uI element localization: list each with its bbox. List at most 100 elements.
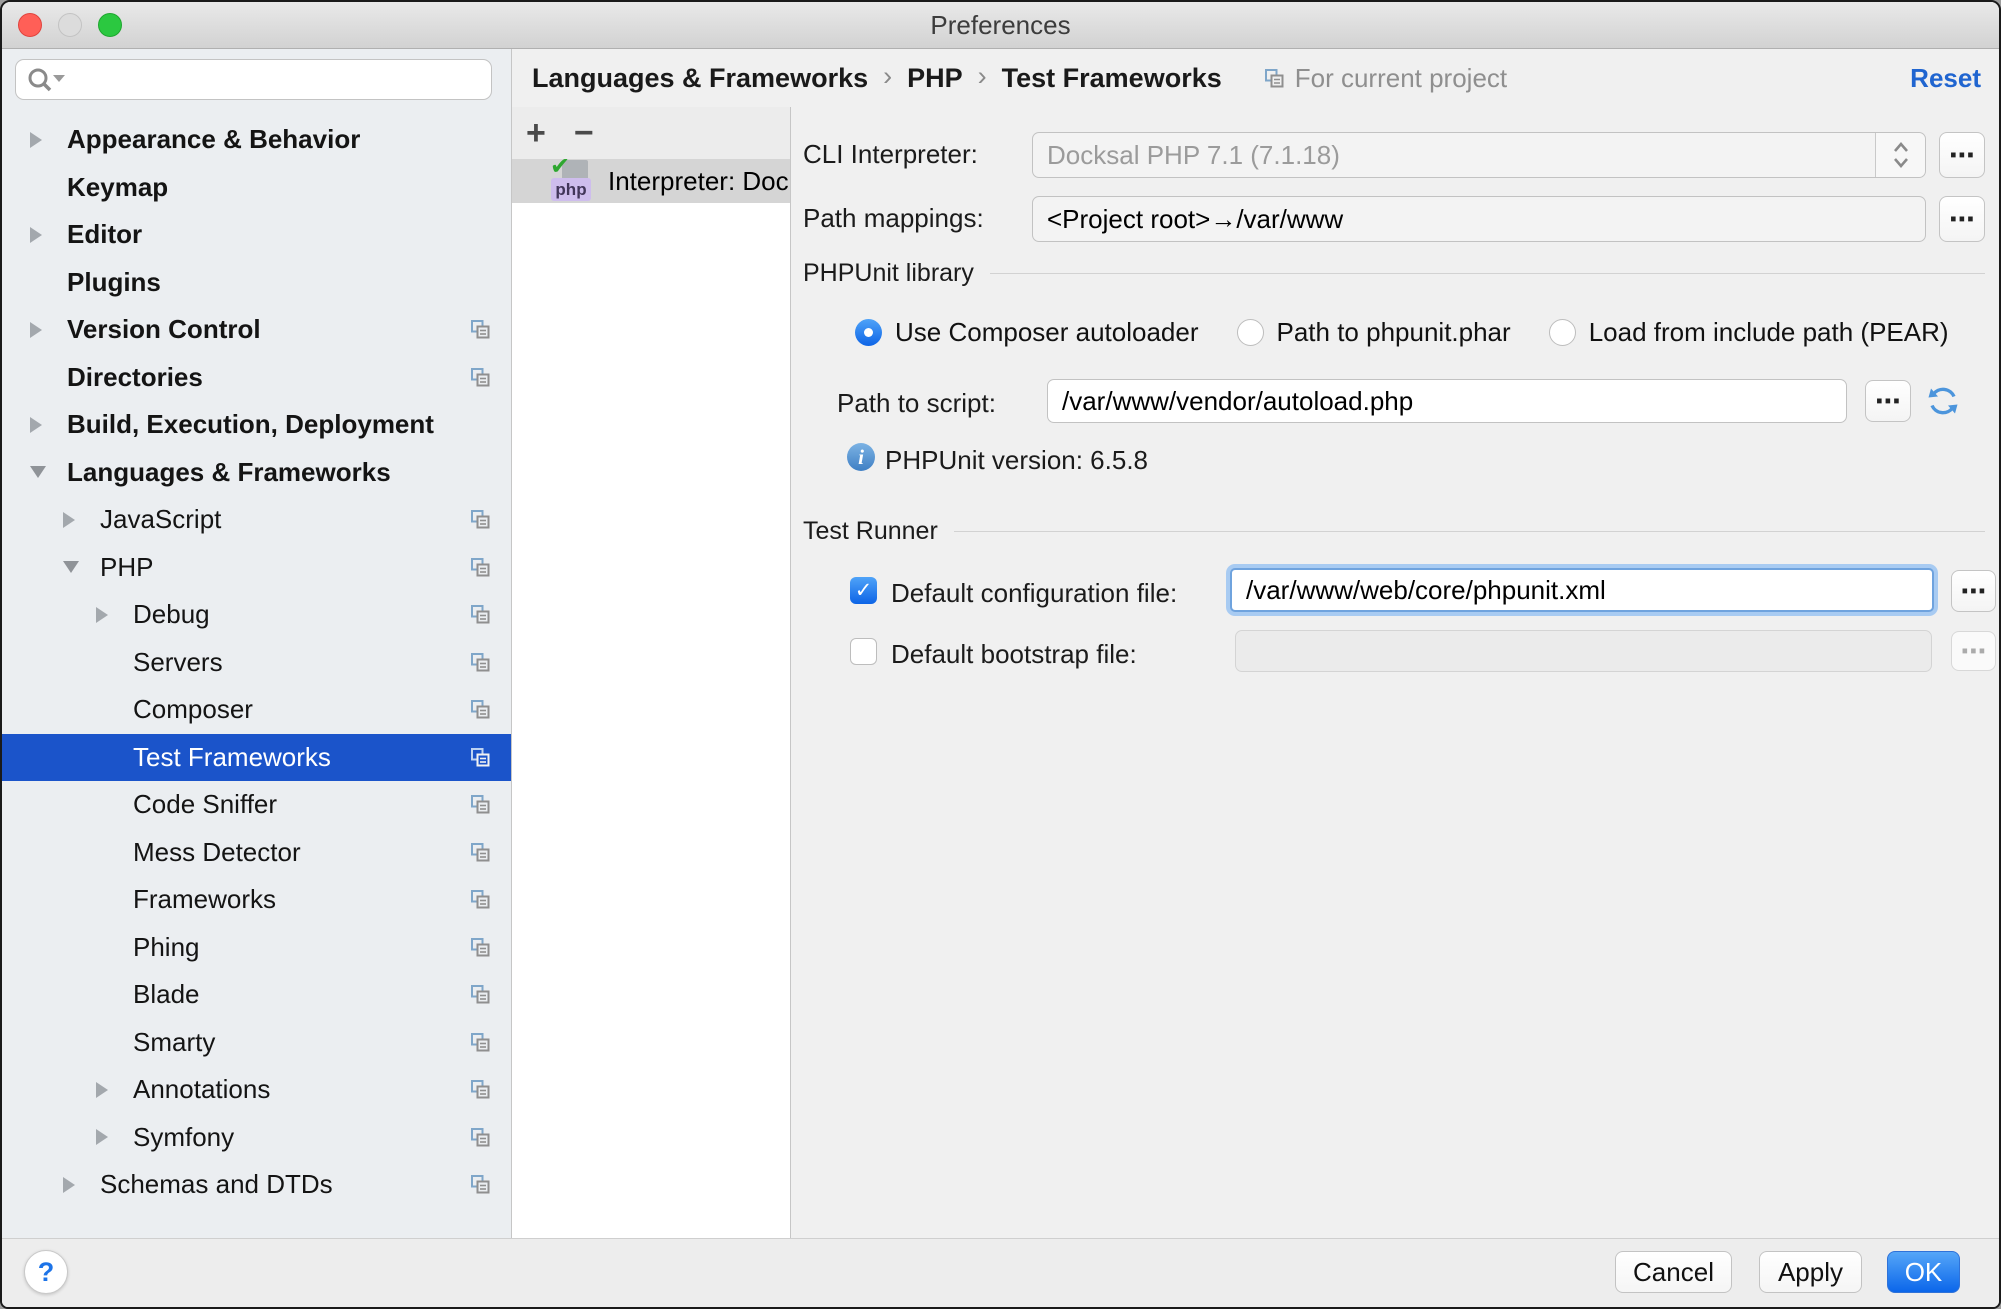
sidebar-item-schemas-and-dtds[interactable]: Schemas and DTDs (2, 1161, 511, 1209)
sidebar-item-version-control[interactable]: Version Control (2, 306, 511, 354)
per-project-icon (470, 1079, 491, 1100)
default-bootstrap-checkbox[interactable] (850, 638, 877, 665)
collapsed-arrow-icon[interactable] (63, 1177, 100, 1193)
breadcrumb-php[interactable]: PHP (907, 63, 963, 94)
traffic-lights (18, 13, 122, 37)
sidebar-item-label: Directories (67, 362, 203, 393)
per-project-icon (470, 699, 491, 720)
sidebar-item-editor[interactable]: Editor (2, 211, 511, 259)
collapsed-arrow-icon[interactable] (96, 1082, 133, 1098)
sidebar-item-php[interactable]: PHP (2, 544, 511, 592)
default-configuration-input[interactable]: /var/www/web/core/phpunit.xml (1230, 568, 1934, 612)
expanded-arrow-icon[interactable] (30, 466, 67, 478)
collapsed-arrow-icon[interactable] (30, 227, 67, 243)
path-to-script-input[interactable]: /var/www/vendor/autoload.php (1047, 379, 1847, 423)
radio-use-composer-autoloader[interactable]: Use Composer autoloader (855, 317, 1199, 348)
sidebar-item-keymap[interactable]: Keymap (2, 164, 511, 212)
path-mappings-browse-button[interactable]: ⋯ (1939, 196, 1985, 242)
sidebar-item-debug[interactable]: Debug (2, 591, 511, 639)
stepper-icon[interactable] (1875, 133, 1925, 177)
sidebar-item-label: Symfony (133, 1122, 234, 1153)
search-input[interactable] (15, 59, 492, 100)
per-project-icon (470, 794, 491, 815)
radio-label: Use Composer autoloader (895, 317, 1199, 348)
test-runner-title: Test Runner (803, 517, 938, 546)
php-badge: php (551, 178, 591, 201)
path-to-script-label: Path to script: (837, 388, 996, 419)
radio-button-icon[interactable] (1549, 319, 1576, 346)
collapsed-arrow-icon[interactable] (30, 322, 67, 338)
default-bootstrap-browse-button: ⋯ (1951, 631, 1996, 671)
per-project-icon (470, 842, 491, 863)
interpreter-list-item[interactable]: ✔ php Interpreter: Docksal (512, 159, 790, 203)
collapsed-arrow-icon[interactable] (63, 512, 100, 528)
refresh-icon[interactable] (1925, 383, 1961, 419)
php-interpreter-icon: ✔ php (550, 159, 598, 203)
breadcrumb-header: Languages & Frameworks›PHP›Test Framewor… (512, 49, 1999, 107)
sidebar-item-blade[interactable]: Blade (2, 971, 511, 1019)
sidebar-item-frameworks[interactable]: Frameworks (2, 876, 511, 924)
radio-button-icon[interactable] (855, 319, 882, 346)
ok-button[interactable]: OK (1887, 1251, 1960, 1293)
sidebar-item-plugins[interactable]: Plugins (2, 259, 511, 307)
sidebar-item-servers[interactable]: Servers (2, 639, 511, 687)
minimize-icon[interactable] (58, 13, 82, 37)
cancel-button[interactable]: Cancel (1615, 1251, 1732, 1293)
help-button[interactable]: ? (24, 1250, 68, 1294)
list-toolbar: + − (512, 107, 790, 159)
default-bootstrap-label: Default bootstrap file: (891, 639, 1137, 670)
cli-interpreter-select[interactable]: Docksal PHP 7.1 (7.1.18) (1032, 132, 1926, 178)
sidebar-item-annotations[interactable]: Annotations (2, 1066, 511, 1114)
test-runner-section: Test Runner (803, 517, 1985, 546)
sidebar-item-appearance-behavior[interactable]: Appearance & Behavior (2, 116, 511, 164)
collapsed-arrow-icon[interactable] (30, 417, 67, 433)
per-project-icon (470, 747, 491, 768)
apply-button[interactable]: Apply (1759, 1251, 1862, 1293)
sidebar-item-smarty[interactable]: Smarty (2, 1019, 511, 1067)
collapsed-arrow-icon[interactable] (96, 607, 133, 623)
expanded-arrow-icon[interactable] (63, 561, 100, 573)
breadcrumb-languages-frameworks[interactable]: Languages & Frameworks (532, 63, 868, 94)
sidebar-item-label: Composer (133, 694, 253, 725)
scope-icon-slot (1264, 68, 1285, 89)
sidebar-item-directories[interactable]: Directories (2, 354, 511, 402)
sidebar-item-code-sniffer[interactable]: Code Sniffer (2, 781, 511, 829)
cli-interpreter-browse-button[interactable]: ⋯ (1939, 132, 1985, 178)
sidebar-item-languages-frameworks[interactable]: Languages & Frameworks (2, 449, 511, 497)
path-to-script-browse-button[interactable]: ⋯ (1865, 380, 1911, 422)
scope: For current project (1264, 63, 1507, 94)
remove-interpreter-button[interactable]: − (574, 116, 594, 150)
reset-link[interactable]: Reset (1910, 63, 1981, 94)
close-icon[interactable] (18, 13, 42, 37)
breadcrumb-test-frameworks[interactable]: Test Frameworks (1002, 63, 1222, 94)
default-configuration-label: Default configuration file: (891, 578, 1177, 609)
sidebar-item-label: Schemas and DTDs (100, 1169, 333, 1200)
sidebar-item-label: PHP (100, 552, 153, 583)
interpreter-list-panel: + − ✔ php Interpreter: Docksal (512, 107, 791, 1238)
sidebar-item-build-execution-deployment[interactable]: Build, Execution, Deployment (2, 401, 511, 449)
sidebar-item-label: Code Sniffer (133, 789, 277, 820)
sidebar-item-javascript[interactable]: JavaScript (2, 496, 511, 544)
sidebar-item-label: Keymap (67, 172, 168, 203)
radio-load-from-include-path-pear[interactable]: Load from include path (PEAR) (1549, 317, 1949, 348)
radio-path-to-phpunit-phar[interactable]: Path to phpunit.phar (1237, 317, 1511, 348)
sidebar-item-test-frameworks[interactable]: Test Frameworks (2, 734, 511, 782)
collapsed-arrow-icon[interactable] (30, 132, 67, 148)
sidebar-item-symfony[interactable]: Symfony (2, 1114, 511, 1162)
radio-button-icon[interactable] (1237, 319, 1264, 346)
sidebar-item-label: Servers (133, 647, 223, 678)
sidebar-item-mess-detector[interactable]: Mess Detector (2, 829, 511, 877)
window-title: Preferences (2, 2, 1999, 49)
default-configuration-browse-button[interactable]: ⋯ (1951, 570, 1996, 612)
sidebar: Appearance & Behavior Keymap EditorPlugins… (2, 49, 512, 1238)
sidebar-item-phing[interactable]: Phing (2, 924, 511, 972)
default-configuration-checkbox[interactable] (850, 577, 877, 604)
collapsed-arrow-icon[interactable] (96, 1129, 133, 1145)
sidebar-item-composer[interactable]: Composer (2, 686, 511, 734)
breadcrumb-separator: › (883, 61, 892, 95)
phpunit-library-options: Use Composer autoloader Path to phpunit.p… (855, 317, 1949, 348)
add-interpreter-button[interactable]: + (526, 116, 546, 150)
zoom-icon[interactable] (98, 13, 122, 37)
path-mappings-field[interactable]: <Project root>→/var/www (1032, 196, 1926, 242)
sidebar-item-label: Appearance & Behavior (67, 124, 360, 155)
